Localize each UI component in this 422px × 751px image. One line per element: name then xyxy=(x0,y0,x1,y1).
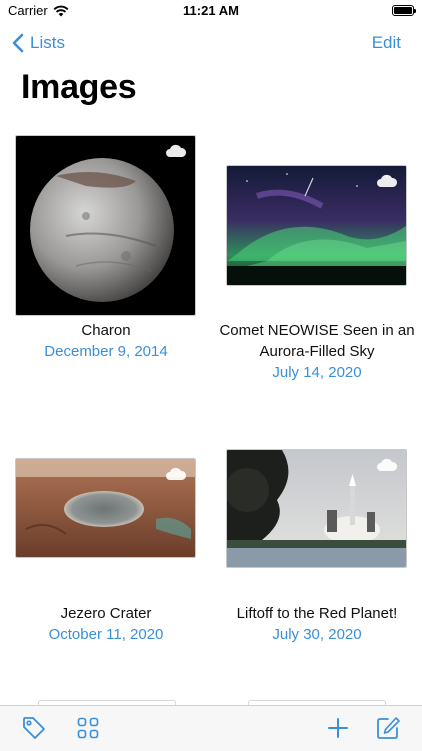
cloud-icon xyxy=(166,144,187,157)
image-title: Charon xyxy=(81,322,131,339)
image-title: Jezero Crater xyxy=(60,605,152,622)
cloud-icon xyxy=(377,174,398,187)
cloud-icon xyxy=(377,458,398,471)
image-date: December 9, 2014 xyxy=(44,343,168,360)
image-date: October 11, 2020 xyxy=(48,626,164,643)
image-date: July 30, 2020 xyxy=(272,626,362,643)
back-button[interactable]: Lists xyxy=(12,30,65,56)
image-title: Liftoff to the Red Planet! xyxy=(236,605,398,622)
image-thumbnail[interactable] xyxy=(15,458,196,558)
add-icon[interactable] xyxy=(324,714,352,742)
charon-image xyxy=(16,136,195,315)
bottom-toolbar xyxy=(0,705,422,751)
image-date: July 14, 2020 xyxy=(272,364,362,381)
status-bar: Carrier 11:21 AM xyxy=(0,0,422,24)
edit-button[interactable]: Edit xyxy=(372,33,401,53)
grid-icon[interactable] xyxy=(74,714,102,742)
back-button-label: Lists xyxy=(30,33,65,52)
image-title: Comet NEOWISE Seen in an Aurora-Filled S… xyxy=(219,322,415,360)
status-time: 11:21 AM xyxy=(183,3,239,18)
image-thumbnail[interactable] xyxy=(226,449,407,568)
page-title: Images xyxy=(21,68,137,106)
battery-icon xyxy=(392,5,416,16)
chevron-left-icon xyxy=(12,33,24,53)
compose-icon[interactable] xyxy=(374,714,402,742)
image-thumbnail[interactable] xyxy=(15,135,196,316)
tag-icon[interactable] xyxy=(20,714,48,742)
cloud-icon xyxy=(166,467,187,480)
image-thumbnail[interactable] xyxy=(226,165,407,286)
